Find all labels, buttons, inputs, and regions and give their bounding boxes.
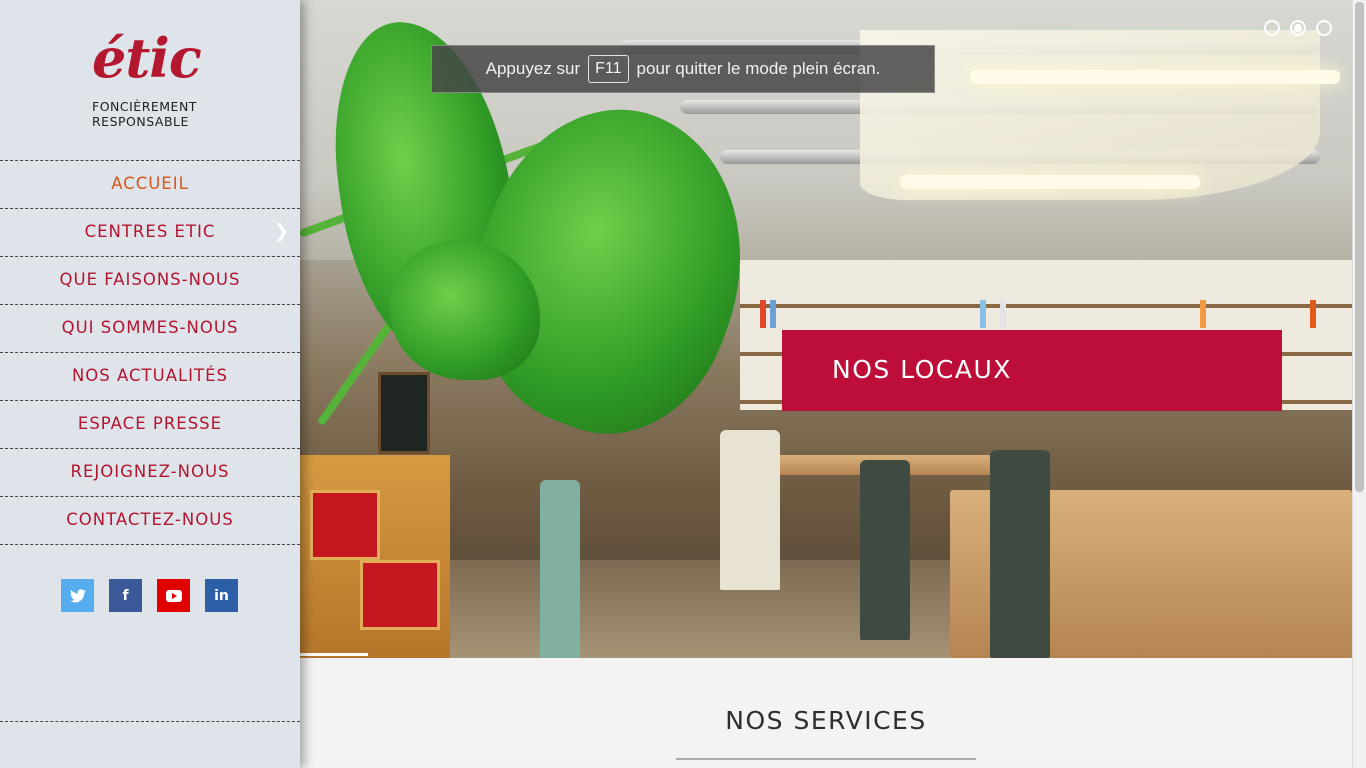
nav-item-rejoignez-nous[interactable]: REJOIGNEZ-NOUS xyxy=(0,449,300,497)
nav-item-espace-presse[interactable]: ESPACE PRESSE xyxy=(0,401,300,449)
facebook-icon[interactable]: f xyxy=(109,579,142,612)
decor xyxy=(310,490,380,560)
hero-slider[interactable]: Appuyez sur F11 pour quitter le mode ple… xyxy=(300,0,1352,658)
services-title: NOS SERVICES xyxy=(725,706,927,735)
nav-item-contactez-nous[interactable]: CONTACTEZ-NOUS xyxy=(0,497,300,545)
nav-item-que-faisons-nous[interactable]: QUE FAISONS-NOUS xyxy=(0,257,300,305)
nav-item-label: QUE FAISONS-NOUS xyxy=(59,270,241,289)
slider-progress-bar xyxy=(300,653,368,656)
slider-dot-2[interactable] xyxy=(1290,20,1306,36)
decor xyxy=(900,175,1200,189)
slider-dot-3[interactable] xyxy=(1316,20,1332,36)
decor xyxy=(540,480,580,658)
linkedin-icon[interactable]: in xyxy=(205,579,238,612)
divider xyxy=(0,721,300,722)
youtube-icon[interactable] xyxy=(157,579,190,612)
nav-item-label: REJOIGNEZ-NOUS xyxy=(70,462,230,481)
fullscreen-key: F11 xyxy=(588,55,629,83)
nav-item-label: ESPACE PRESSE xyxy=(77,414,223,433)
logo[interactable]: étic FONCIÈREMENT RESPONSABLE xyxy=(88,26,218,132)
main-nav: ACCUEIL CENTRES ETIC ❯ QUE FAISONS-NOUS Q… xyxy=(0,160,300,545)
logo-word: étic xyxy=(92,26,202,90)
fullscreen-notice-after: pour quitter le mode plein écran. xyxy=(636,59,881,78)
decor xyxy=(770,300,776,328)
decor xyxy=(1200,300,1206,328)
social-links: f in xyxy=(61,579,238,612)
twitter-icon[interactable] xyxy=(61,579,94,612)
sidebar: étic FONCIÈREMENT RESPONSABLE ACCUEIL CE… xyxy=(0,0,300,768)
decor xyxy=(990,450,1050,658)
decor xyxy=(720,430,780,590)
slider-pagination xyxy=(1264,20,1332,36)
slide-caption[interactable]: NOS LOCAUX xyxy=(782,330,1282,411)
slider-dot-1[interactable] xyxy=(1264,20,1280,36)
decor xyxy=(1310,300,1316,328)
hero-image-chalkboard xyxy=(378,372,430,454)
chevron-right-icon[interactable]: ❯ xyxy=(274,209,290,255)
nav-item-nos-actualites[interactable]: NOS ACTUALITÉS xyxy=(0,353,300,401)
nav-item-accueil[interactable]: ACCUEIL xyxy=(0,161,300,209)
nav-item-label: CONTACTEZ-NOUS xyxy=(66,510,234,529)
decor xyxy=(970,70,1340,84)
decor xyxy=(860,460,910,640)
decor xyxy=(980,300,986,328)
services-title-underline xyxy=(676,758,976,760)
decor xyxy=(760,300,766,328)
nav-item-label: ACCUEIL xyxy=(111,174,189,193)
scrollbar-thumb[interactable] xyxy=(1355,2,1364,492)
nav-item-label: QUI SOMMES-NOUS xyxy=(61,318,239,337)
services-section: NOS SERVICES xyxy=(300,658,1352,768)
nav-item-centres-etic[interactable]: CENTRES ETIC ❯ xyxy=(0,209,300,257)
decor xyxy=(360,560,440,630)
nav-item-label: CENTRES ETIC xyxy=(84,222,216,241)
nav-item-label: NOS ACTUALITÉS xyxy=(71,366,229,385)
scrollbar[interactable] xyxy=(1352,0,1366,768)
decor xyxy=(1000,300,1006,328)
fullscreen-notice-before: Appuyez sur xyxy=(485,59,581,78)
nav-item-qui-sommes-nous[interactable]: QUI SOMMES-NOUS xyxy=(0,305,300,353)
fullscreen-notice: Appuyez sur F11 pour quitter le mode ple… xyxy=(431,45,935,93)
logo-tagline-line1: FONCIÈREMENT xyxy=(92,99,197,114)
logo-tagline-line2: RESPONSABLE xyxy=(92,114,189,129)
